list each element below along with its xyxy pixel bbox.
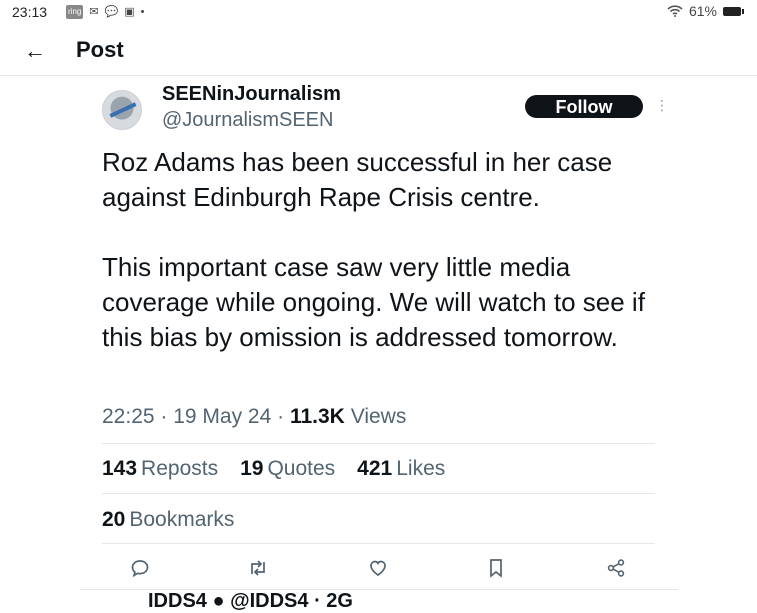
wifi-icon: [667, 5, 683, 17]
dot-icon: •: [140, 6, 145, 18]
battery-percent: 61%: [688, 3, 717, 19]
post-text: Roz Adams has been successful in her cas…: [102, 147, 645, 352]
arrow-left-icon[interactable]: ←: [24, 38, 46, 64]
post-time: 22:25: [102, 405, 155, 428]
reply-icon[interactable]: [126, 554, 154, 582]
page-title: Post: [76, 37, 124, 62]
header-divider: [0, 75, 757, 76]
views-count: 11.3K: [289, 405, 345, 428]
status-time: 23:13: [12, 4, 48, 20]
bookmarks-stat[interactable]: 20 Bookmarks: [102, 508, 234, 532]
notification-icons: ring ✉ 💬 ▣ •: [66, 5, 145, 19]
author-name[interactable]: SEENinJournalism: [162, 83, 341, 106]
reposts-stat[interactable]: 143 Reposts: [102, 457, 218, 481]
quotes-stat[interactable]: 19 Quotes: [240, 457, 335, 481]
repost-icon[interactable]: [244, 554, 272, 582]
mail-icon: ✉: [89, 6, 99, 18]
media-icon: ▣: [124, 6, 135, 18]
divider: [102, 493, 655, 494]
likes-stat[interactable]: 421 Likes: [357, 457, 445, 481]
post-date: 19 May 24: [173, 405, 272, 428]
status-bar: 23:13 ring ✉ 💬 ▣ • 61%: [0, 0, 757, 24]
views-label[interactable]: Views: [351, 405, 407, 428]
follow-button[interactable]: Follow: [525, 95, 643, 118]
post-meta: 22:25 · 19 May 24 · 11.3K Views: [102, 405, 407, 428]
engagement-stats: 143 Reposts 19 Quotes 421 Likes: [102, 457, 445, 481]
share-icon[interactable]: [602, 554, 630, 582]
action-bar: [102, 554, 655, 582]
avatar[interactable]: [102, 90, 142, 130]
chat-icon: 💬: [104, 6, 119, 18]
battery-icon: [723, 6, 744, 16]
author-handle[interactable]: @JournalismSEEN: [162, 109, 333, 132]
bookmark-icon[interactable]: [482, 554, 510, 582]
like-icon[interactable]: [364, 554, 392, 582]
more-options-icon[interactable]: ⋮: [655, 97, 669, 114]
ring-app-icon: ring: [66, 5, 84, 19]
system-status: 61%: [667, 3, 744, 19]
next-reply-preview[interactable]: IDDS4 ● @IDDS4 · 2G: [148, 590, 353, 613]
divider: [102, 443, 655, 444]
divider: [102, 543, 655, 544]
